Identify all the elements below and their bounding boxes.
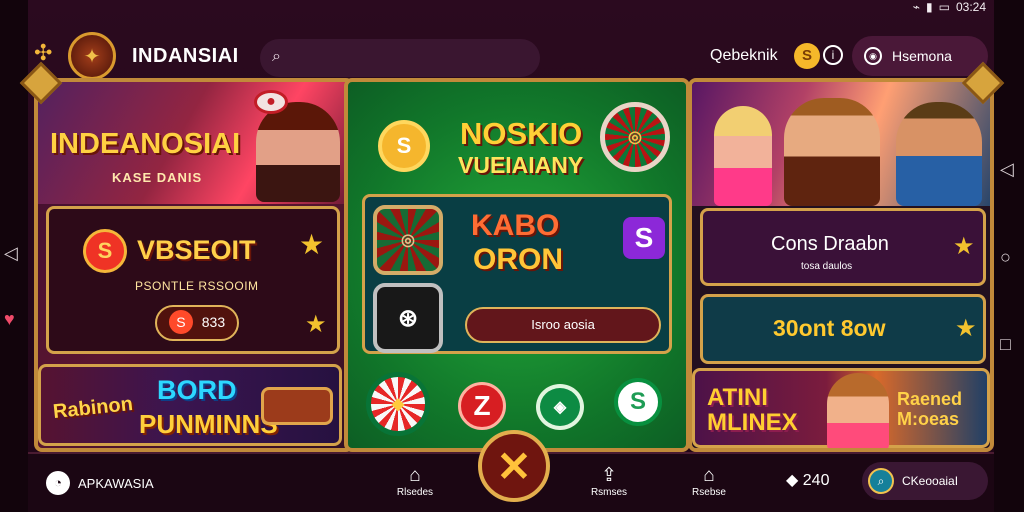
- right-card-one-title: Cons Draabn: [771, 233, 889, 255]
- purple-symbol-icon: S: [623, 217, 665, 259]
- button-value: 833: [201, 314, 226, 330]
- center-title: NOSKIO: [460, 116, 583, 151]
- poker-chip-icon: ●: [254, 90, 288, 114]
- right-card-two[interactable]: 30ont 8ow ★: [700, 294, 986, 364]
- center-card-title: KABO: [471, 209, 560, 242]
- bottom-right-button[interactable]: ⌕ CKeooaiaI: [862, 462, 988, 500]
- man-character: [896, 102, 982, 206]
- bottom-right-label: CKeooaiaI: [902, 474, 959, 488]
- green-chip-icon[interactable]: ◈: [536, 384, 584, 430]
- shop-icon: ⌂: [703, 465, 715, 486]
- nav-home-label: Rlsedes: [396, 487, 434, 498]
- left-banner[interactable]: INDEANOSIAI KASE DANIS ●: [38, 82, 350, 204]
- home-icon: ⌂: [409, 465, 421, 486]
- promo-woman-character: [827, 373, 889, 448]
- left-game-panel: INDEANOSIAI KASE DANIS ● S VBSEOIT ★ PSO…: [34, 78, 354, 452]
- star-icon-bottom: ★: [305, 311, 327, 338]
- red-chip-icon[interactable]: Z: [458, 382, 506, 430]
- account-button[interactable]: ◔ APKAWASIA: [46, 468, 186, 498]
- account-label: APKAWASIA: [78, 475, 154, 491]
- promo-title: BORD: [157, 375, 237, 405]
- blonde-woman-character: [714, 106, 772, 206]
- android-back-icon[interactable]: ◁: [1000, 160, 1014, 178]
- chip-one-icon[interactable]: ◆: [366, 372, 430, 436]
- android-recent-icon[interactable]: □: [1000, 335, 1011, 353]
- roulette-tile-icon: ◎: [373, 205, 443, 275]
- right-card-two-title: 30ont 8ow: [773, 315, 886, 341]
- promo-prefix: Rabinon: [52, 392, 134, 424]
- menu-button-label: Hsemona: [892, 48, 952, 64]
- right-promo-title: ATINI MLINEX: [707, 384, 798, 436]
- android-home-icon[interactable]: ○: [1000, 248, 1011, 266]
- notification-icon: ◆: [786, 472, 799, 489]
- poker-wheel-icon: ⊛: [373, 283, 443, 353]
- system-left-bar: ◁ ♥: [0, 0, 28, 512]
- nav-item-share[interactable]: ⇪ Rsmses: [574, 464, 644, 498]
- right-banner[interactable]: [692, 82, 990, 206]
- right-promo-side: Raened M:oeas: [897, 389, 963, 429]
- brand-title: INDANSIAI: [132, 45, 239, 67]
- right-promo-banner[interactable]: ATINI MLINEX Raened M:oeas: [692, 368, 990, 448]
- wifi-icon: ⌁: [912, 0, 921, 14]
- roulette-wheel-icon[interactable]: ◎: [600, 102, 670, 172]
- casino-app: ⌁ ▮ ▭ 03:24 ✣ ✦ INDANSIAI ⌕ Qebeknik S i…: [19, 0, 1005, 512]
- notification-count[interactable]: ◆ 240: [786, 470, 829, 490]
- left-banner-subtitle: KASE DANIS: [112, 170, 203, 185]
- left-promo-banner[interactable]: Rabinon BORD PUNMINNS: [38, 364, 342, 446]
- search-icon: ⌕: [272, 48, 281, 65]
- nav-share-label: Rsmses: [590, 487, 628, 498]
- star-icon-top: ★: [299, 229, 325, 260]
- username: Qebeknik: [710, 47, 778, 64]
- signal-icon: ▮: [926, 0, 933, 14]
- coin-icon: S: [794, 43, 820, 69]
- right-card-one[interactable]: Cons Draabn tosa daulos ★: [700, 208, 986, 286]
- settings-icon[interactable]: ✣: [34, 40, 52, 66]
- center-game-panel: S NOSKIO VUEIAIANY ◎ ◎ ⊛ KABO ORON S Isr…: [344, 78, 690, 452]
- bottom-right-icon: ⌕: [868, 468, 894, 494]
- info-icon[interactable]: i: [823, 45, 843, 65]
- right-star-icon-two: ★: [955, 315, 977, 342]
- featured-card-left[interactable]: S VBSEOIT ★ PSONTLE RSSOOIM S 833 ★: [46, 206, 340, 354]
- center-play-button[interactable]: Isroo aosia: [465, 307, 661, 343]
- left-banner-title: INDEANOSIAI: [50, 128, 241, 160]
- card-subtitle: PSONTLE RSSOOIM: [135, 279, 259, 293]
- phone-screen: ◁ ♥ ◁ ○ □ ⌁ ▮ ▭ 03:24 ✣ ✦ INDANSIAI ⌕ Qe…: [0, 0, 1024, 512]
- heart-icon[interactable]: ♥: [4, 310, 15, 328]
- card-title: VBSEOIT: [137, 235, 256, 265]
- right-star-icon-one: ★: [953, 233, 975, 260]
- promo-subtitle: PUNMINNS: [139, 409, 278, 439]
- nav-shop-label: Rsebse: [692, 487, 726, 498]
- woman-character: [256, 102, 340, 202]
- status-time: 03:24: [955, 0, 986, 14]
- back-icon[interactable]: ◁: [4, 244, 18, 262]
- notification-count-value: 240: [802, 472, 830, 489]
- right-card-one-subtitle: tosa daulos: [801, 261, 853, 272]
- card-action-button[interactable]: S 833: [155, 305, 239, 341]
- search-input[interactable]: ⌕: [260, 39, 540, 77]
- gold-coin-icon: S: [378, 120, 430, 172]
- right-game-panel: Cons Draabn tosa daulos ★ 30ont 8ow ★ AT…: [688, 78, 994, 452]
- top-navigation: ✣ ✦ INDANSIAI ⌕ Qebeknik S i ◉ Hsemona: [28, 14, 994, 80]
- menu-icon: ◉: [864, 47, 882, 65]
- close-button[interactable]: ✕: [478, 430, 550, 502]
- center-subtitle: VUEIAIANY: [458, 152, 584, 178]
- center-feature-card[interactable]: ◎ ⊛ KABO ORON S Isroo aosia: [362, 194, 672, 354]
- button-coin-icon: S: [168, 310, 193, 334]
- wallet-icon: [261, 387, 333, 425]
- share-icon: ⇪: [601, 465, 617, 486]
- nav-item-shop[interactable]: ⌂ Rsebse: [674, 464, 744, 498]
- nav-item-home[interactable]: ⌂ Rlsedes: [380, 464, 450, 498]
- status-bar: ⌁ ▮ ▭ 03:24: [913, 0, 986, 14]
- menu-button[interactable]: ◉ Hsemona: [852, 36, 988, 76]
- cowboy-character: [784, 98, 880, 206]
- casino-badge-icon[interactable]: ✦: [68, 32, 116, 80]
- card-coin-icon: S: [83, 229, 127, 273]
- account-icon: ◔: [46, 471, 70, 495]
- center-card-subtitle: ORON: [473, 243, 563, 276]
- green-dollar-chip-icon[interactable]: S: [614, 378, 662, 426]
- battery-icon: ▭: [938, 0, 950, 14]
